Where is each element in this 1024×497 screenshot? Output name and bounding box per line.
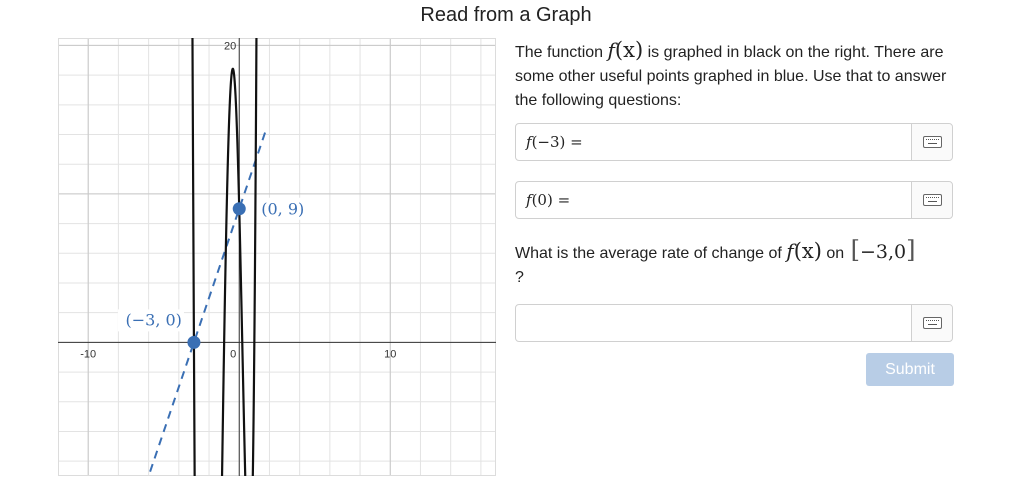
rate-function-arg: (x) [793, 239, 822, 263]
y-tick-label-20: 20 [224, 40, 236, 52]
point-b-marker [232, 202, 246, 216]
question-panel: The function f(x) is graphed in black on… [515, 38, 955, 386]
function-curve [191, 38, 258, 476]
rate-function-name: f [786, 239, 794, 263]
point-a-marker [187, 335, 201, 349]
submit-button[interactable]: Submit [866, 353, 954, 386]
grid [58, 38, 496, 476]
prompt-text-before: The function [515, 44, 604, 61]
page-title: Read from a Graph [420, 4, 592, 26]
function-graph: -10 0 10 20 (−3, 0) (0, 9) [58, 38, 496, 476]
graph-frame [58, 38, 496, 476]
secant-line [147, 128, 268, 476]
keyboard-icon [922, 194, 942, 206]
function-name: f [607, 38, 615, 62]
function-arg: (x) [614, 38, 644, 62]
axes [58, 38, 496, 476]
question-mark: ? [515, 269, 524, 286]
keyboard-icon [922, 317, 942, 329]
rate-on-text: on [826, 245, 845, 262]
keyboard-button-3[interactable] [911, 305, 952, 341]
answer-field-f-minus-3[interactable]: f(−3) = [515, 123, 953, 161]
keyboard-button-1[interactable] [911, 124, 952, 160]
answer-field-rate[interactable] [515, 304, 953, 342]
answer-field-f-zero[interactable]: f(0) = [515, 181, 953, 219]
keyboard-button-2[interactable] [911, 182, 952, 218]
keyboard-icon [922, 136, 942, 148]
x-tick-label-minus-10: -10 [80, 348, 96, 360]
point-b-label: (0, 9) [261, 200, 304, 219]
rate-question: What is the average rate of change of f(… [515, 238, 955, 290]
interval: [−3,0] [850, 236, 916, 264]
point-a-label: (−3, 0) [126, 310, 182, 329]
answer-label-f-minus-3: f(−3) = [526, 133, 583, 151]
x-tick-label-10: 10 [384, 348, 396, 360]
answer-label-f-zero: f(0) = [526, 191, 571, 209]
question-prompt: The function f(x) is graphed in black on… [515, 38, 955, 113]
x-tick-label-zero: 0 [230, 348, 236, 360]
rate-question-text: What is the average rate of change of [515, 245, 782, 262]
